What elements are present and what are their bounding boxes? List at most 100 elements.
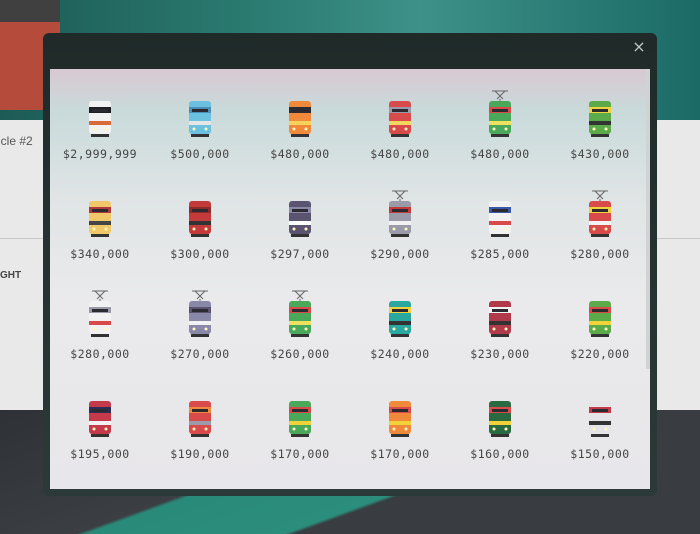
train-preview (50, 69, 150, 139)
headlight-right (504, 127, 508, 131)
train-item[interactable]: $220,000 (550, 269, 650, 369)
train-price: $170,000 (270, 447, 330, 461)
train-item[interactable]: $150,000 (550, 369, 650, 469)
headlight-right (504, 227, 508, 231)
train-item[interactable]: $480,000 (250, 69, 350, 169)
train-price: $430,000 (570, 147, 630, 161)
train-item[interactable]: $195,000 (50, 369, 150, 469)
train-price: $160,000 (470, 447, 530, 461)
train-body (89, 101, 111, 134)
headlight-right (604, 127, 608, 131)
train-wheels (191, 134, 209, 137)
train-item[interactable]: $430,000 (550, 69, 650, 169)
train-preview (150, 369, 250, 439)
purple-grey-electric-locomotive-icon (189, 290, 211, 337)
headlight-right (204, 227, 208, 231)
train-price: $297,000 (270, 247, 330, 261)
train-item[interactable]: $240,000 (350, 269, 450, 369)
train-body (389, 401, 411, 434)
train-item[interactable]: $160,000 (450, 369, 550, 469)
train-price: $480,000 (370, 147, 430, 161)
green-steam-locomotive-icon (289, 401, 311, 437)
train-preview (150, 269, 250, 339)
train-band (489, 321, 511, 325)
train-item[interactable]: $190,000 (150, 369, 250, 469)
train-band (589, 221, 611, 225)
train-window (492, 409, 508, 412)
train-window (392, 309, 408, 312)
vehicle-label: icle #2 (0, 134, 33, 148)
train-item[interactable]: $480,000 (450, 69, 550, 169)
headlight-right (304, 127, 308, 131)
yellow-red-locomotive-icon (89, 201, 111, 237)
headlight-left (492, 227, 496, 231)
headlight-right (404, 427, 408, 431)
headlight-right (104, 427, 108, 431)
train-band (389, 321, 411, 325)
train-preview (350, 369, 450, 439)
pantograph (292, 290, 308, 301)
train-band (289, 421, 311, 425)
train-preview (150, 69, 250, 139)
train-item[interactable]: $290,000 (350, 169, 450, 269)
train-body (489, 401, 511, 434)
train-wheels (91, 234, 109, 237)
blue-white-locomotive-icon (489, 201, 511, 237)
train-window (192, 209, 208, 212)
white-electric-locomotive-icon (89, 290, 111, 337)
train-item[interactable]: $300,000 (150, 169, 250, 269)
headlight-right (604, 427, 608, 431)
headlight-right (104, 127, 108, 131)
train-body (289, 401, 311, 434)
train-item[interactable]: $260,000 (250, 269, 350, 369)
train-band (89, 221, 111, 225)
train-preview (50, 369, 150, 439)
headlight-right (304, 427, 308, 431)
headlight-right (404, 127, 408, 131)
train-wheels (291, 434, 309, 437)
blue-train-icon (189, 101, 211, 137)
train-item[interactable]: $340,000 (50, 169, 150, 269)
headlight-left (392, 227, 396, 231)
headlight-left (192, 127, 196, 131)
close-button[interactable]: × (631, 39, 647, 55)
train-item[interactable]: $270,000 (150, 269, 250, 369)
train-item[interactable]: $230,000 (450, 269, 550, 369)
train-item[interactable]: $170,000 (250, 369, 350, 469)
train-item[interactable]: $297,000 (250, 169, 350, 269)
grey-red-electric-locomotive-icon (389, 190, 411, 237)
headlight-left (492, 327, 496, 331)
headlight-right (104, 327, 108, 331)
train-item[interactable]: $170,000 (350, 369, 450, 469)
train-body (189, 201, 211, 234)
star-steam-locomotive-icon (489, 401, 511, 437)
scrollbar[interactable] (646, 69, 650, 369)
train-body (289, 101, 311, 134)
pantograph (492, 90, 508, 101)
train-band (389, 221, 411, 225)
train-item[interactable]: $2,999,999 (50, 69, 150, 169)
train-preview (450, 269, 550, 339)
train-price: $230,000 (470, 347, 530, 361)
train-item[interactable]: $280,000 (50, 269, 150, 369)
train-item[interactable]: $280,000 (550, 169, 650, 269)
train-list[interactable]: $2,999,999 $500,000 $480,000 $480,000 $480,0… (50, 69, 650, 489)
train-window (392, 409, 408, 412)
red-navy-locomotive-icon (89, 401, 111, 437)
red-locomotive-icon (189, 201, 211, 237)
green-red-electric-locomotive-icon (289, 290, 311, 337)
train-window (292, 209, 308, 212)
train-item[interactable]: $480,000 (350, 69, 450, 169)
pantograph (592, 190, 608, 201)
train-body (489, 301, 511, 334)
pantograph (92, 290, 108, 301)
red-orange-locomotive-icon (189, 401, 211, 437)
train-body (389, 101, 411, 134)
train-wheels (391, 134, 409, 137)
train-item[interactable]: $500,000 (150, 69, 250, 169)
dark-red-locomotive-icon (489, 301, 511, 337)
green-electric-locomotive-icon (489, 90, 511, 137)
headlight-left (392, 427, 396, 431)
train-item[interactable]: $285,000 (450, 169, 550, 269)
train-preview (150, 169, 250, 239)
